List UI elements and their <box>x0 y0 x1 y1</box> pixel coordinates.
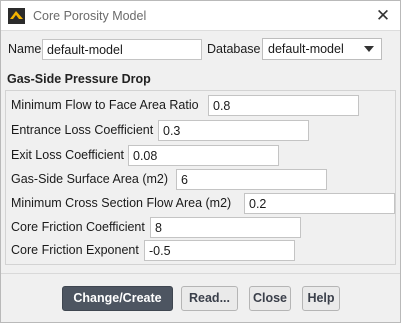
core-porosity-dialog: Core Porosity Model ✕ Name Database defa… <box>0 0 401 323</box>
close-button[interactable]: Close <box>249 286 291 311</box>
core-friction-exponent-input[interactable] <box>144 240 295 261</box>
window-title: Core Porosity Model <box>33 9 147 23</box>
gas-side-pressure-drop-group: Minimum Flow to Face Area Ratio Entrance… <box>5 90 396 265</box>
min-cross-section-flow-area-label: Minimum Cross Section Flow Area (m2) <box>11 196 232 210</box>
gas-side-surface-area-label: Gas-Side Surface Area (m2) <box>11 172 169 186</box>
name-input[interactable] <box>42 39 202 60</box>
min-flow-face-area-ratio-input[interactable] <box>208 95 359 116</box>
exit-loss-coefficient-input[interactable] <box>128 145 279 166</box>
help-button[interactable]: Help <box>302 286 340 311</box>
gas-side-surface-area-input[interactable] <box>176 169 327 190</box>
core-friction-exponent-label: Core Friction Exponent <box>11 243 139 257</box>
read-button[interactable]: Read... <box>181 286 238 311</box>
change-create-button[interactable]: Change/Create <box>62 286 173 311</box>
name-label: Name <box>8 42 42 56</box>
entrance-loss-coefficient-label: Entrance Loss Coefficient <box>11 123 154 137</box>
chevron-down-icon <box>364 46 374 52</box>
database-select[interactable]: default-model <box>262 38 382 60</box>
title-bar: Core Porosity Model ✕ <box>1 1 400 31</box>
entrance-loss-coefficient-input[interactable] <box>158 120 309 141</box>
core-friction-coefficient-input[interactable] <box>150 217 301 238</box>
button-bar-divider <box>1 273 400 274</box>
ansys-fluent-icon <box>8 8 25 24</box>
min-cross-section-flow-area-input[interactable] <box>244 193 395 214</box>
core-friction-coefficient-label: Core Friction Coefficient <box>11 220 145 234</box>
database-label: Database <box>207 42 261 56</box>
exit-loss-coefficient-label: Exit Loss Coefficient <box>11 148 125 162</box>
name-database-row: Name Database default-model <box>1 38 400 62</box>
database-selected-value: default-model <box>268 42 344 56</box>
min-flow-face-area-ratio-label: Minimum Flow to Face Area Ratio <box>11 98 199 112</box>
close-icon[interactable]: ✕ <box>372 5 394 27</box>
group-title: Gas-Side Pressure Drop <box>7 72 151 86</box>
